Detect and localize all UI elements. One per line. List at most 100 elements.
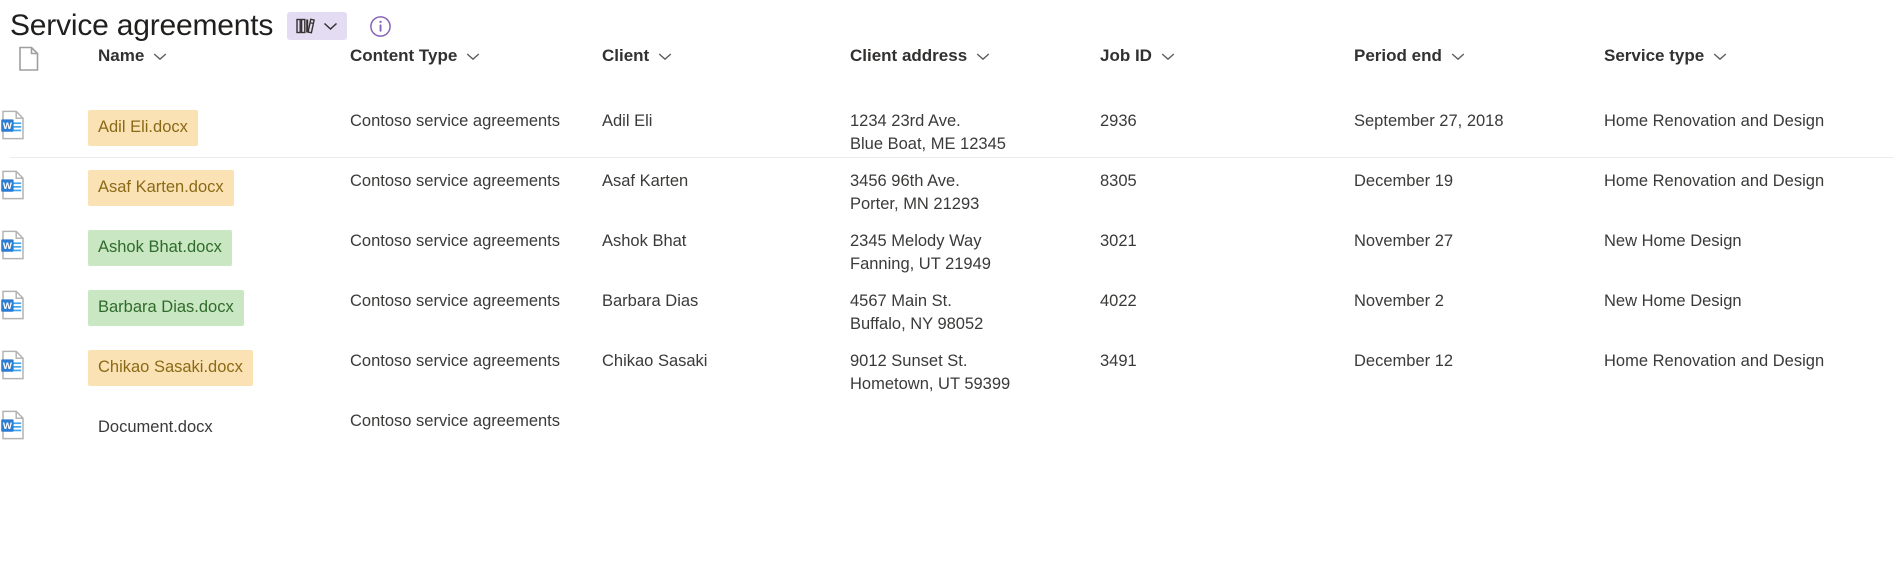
row-client-address-cell: 3456 96th Ave. Porter, MN 21293: [850, 170, 1100, 230]
row-file-icon-cell: W: [0, 170, 98, 230]
table-body: W Adil Eli.docx Contoso service agreemen…: [0, 110, 1903, 470]
column-header-job-id-label: Job ID: [1100, 46, 1152, 65]
word-document-icon: W: [0, 290, 26, 324]
row-name-cell[interactable]: Chikao Sasaki.docx: [88, 350, 350, 410]
table-row[interactable]: W Document.docx Contoso service agreemen…: [0, 410, 1903, 470]
row-content-type-cell: Contoso service agreements: [350, 292, 561, 310]
row-period-end-cell: September 27, 2018: [1354, 112, 1504, 130]
column-header-name[interactable]: Name: [98, 46, 350, 110]
column-header-client-address-label: Client address: [850, 46, 968, 65]
file-name-link[interactable]: Barbara Dias.docx: [88, 290, 244, 327]
chevron-down-icon: [976, 46, 990, 66]
word-document-icon: W: [0, 410, 26, 444]
column-header-service-type[interactable]: Service type: [1604, 46, 1903, 110]
row-name-cell[interactable]: Barbara Dias.docx: [88, 290, 350, 350]
row-service-type-cell: New Home Design: [1604, 232, 1742, 250]
row-name-cell[interactable]: Adil Eli.docx: [88, 110, 350, 170]
column-header-file-type[interactable]: [0, 46, 98, 110]
chevron-down-icon: [658, 46, 672, 66]
file-name-link[interactable]: Adil Eli.docx: [88, 110, 198, 147]
table-row[interactable]: W Asaf Karten.docx Contoso service agree…: [0, 170, 1903, 230]
word-document-icon: W: [0, 110, 26, 144]
address-line-2: Fanning, UT 21949: [850, 255, 991, 274]
header-divider: [10, 157, 1893, 158]
svg-text:W: W: [3, 421, 13, 432]
row-file-icon-cell: W: [0, 350, 98, 410]
word-document-icon: W: [0, 350, 26, 384]
file-name-link[interactable]: Ashok Bhat.docx: [88, 230, 232, 267]
row-period-end-cell: December 19: [1354, 172, 1454, 190]
row-name-cell[interactable]: Ashok Bhat.docx: [88, 230, 350, 290]
row-client-address-cell: 9012 Sunset St. Hometown, UT 59399: [850, 350, 1100, 410]
row-file-icon-cell: W: [0, 290, 98, 350]
svg-text:W: W: [3, 181, 13, 192]
documents-table: Name Content Type Client Client address …: [0, 46, 1903, 470]
row-client-cell: Chikao Sasaki: [602, 352, 708, 370]
file-name-link[interactable]: Document.docx: [88, 410, 223, 446]
row-name-cell[interactable]: Document.docx: [98, 410, 350, 470]
row-service-type-cell: Home Renovation and Design: [1604, 112, 1825, 130]
address-line-2: Buffalo, NY 98052: [850, 315, 984, 334]
column-header-period-end[interactable]: Period end: [1354, 46, 1604, 110]
row-content-type-cell: Contoso service agreements: [350, 112, 561, 130]
svg-text:W: W: [3, 241, 13, 252]
library-type-selector[interactable]: [287, 12, 348, 40]
file-name-link[interactable]: Chikao Sasaki.docx: [88, 350, 253, 387]
table-header-row: Name Content Type Client Client address …: [0, 46, 1903, 110]
table-row[interactable]: W Adil Eli.docx Contoso service agreemen…: [0, 110, 1903, 170]
row-job-id-cell: 3491: [1100, 352, 1137, 370]
address-line-1: 2345 Melody Way: [850, 232, 982, 250]
row-period-end-cell: [1354, 410, 1604, 470]
svg-text:W: W: [3, 301, 13, 312]
svg-text:W: W: [3, 121, 13, 132]
file-name-link[interactable]: Asaf Karten.docx: [88, 170, 234, 207]
address-line-1: 3456 96th Ave.: [850, 172, 960, 190]
row-period-end-cell: November 2: [1354, 292, 1444, 310]
column-header-content-type[interactable]: Content Type: [350, 46, 602, 110]
column-header-job-id[interactable]: Job ID: [1100, 46, 1354, 110]
row-file-icon-cell: W: [0, 410, 98, 470]
row-file-icon-cell: W: [0, 230, 98, 290]
column-header-client-address[interactable]: Client address: [850, 46, 1100, 110]
row-file-icon-cell: W: [0, 110, 98, 170]
chevron-down-icon: [466, 46, 480, 66]
row-client-cell: [602, 410, 850, 470]
chevron-down-icon: [323, 21, 338, 31]
word-document-icon: W: [0, 170, 26, 204]
info-icon[interactable]: [367, 13, 393, 39]
row-name-cell[interactable]: Asaf Karten.docx: [88, 170, 350, 230]
column-header-client-label: Client: [602, 46, 650, 65]
row-job-id-cell: 3021: [1100, 232, 1137, 250]
address-line-1: 1234 23rd Ave.: [850, 112, 961, 130]
row-content-type-cell: Contoso service agreements: [350, 172, 561, 190]
row-content-type-cell: Contoso service agreements: [350, 232, 561, 250]
row-client-cell: Barbara Dias: [602, 292, 699, 310]
chevron-down-icon: [1713, 46, 1727, 66]
row-job-id-cell: 2936: [1100, 112, 1137, 130]
word-document-icon: W: [0, 230, 26, 264]
row-client-cell: Asaf Karten: [602, 172, 689, 190]
address-line-1: 4567 Main St.: [850, 292, 952, 310]
table-row[interactable]: W Chikao Sasaki.docx Contoso service agr…: [0, 350, 1903, 410]
chevron-down-icon: [153, 46, 167, 66]
column-header-service-type-label: Service type: [1604, 46, 1705, 65]
address-line-2: Porter, MN 21293: [850, 195, 980, 214]
row-job-id-cell: [1100, 410, 1354, 470]
column-header-client[interactable]: Client: [602, 46, 850, 110]
chevron-down-icon: [1161, 46, 1175, 66]
row-client-address-cell: [850, 410, 1100, 470]
books-icon: [296, 17, 316, 35]
chevron-down-icon: [1451, 46, 1465, 66]
table-row[interactable]: W Ashok Bhat.docx Contoso service agreem…: [0, 230, 1903, 290]
row-client-cell: Adil Eli: [602, 112, 653, 130]
row-service-type-cell: Home Renovation and Design: [1604, 352, 1825, 370]
column-header-content-type-label: Content Type: [350, 46, 458, 65]
page-title: Service agreements: [10, 9, 274, 42]
document-icon: [18, 46, 40, 76]
column-header-name-label: Name: [98, 46, 145, 65]
address-line-1: 9012 Sunset St.: [850, 352, 968, 370]
table-row[interactable]: W Barbara Dias.docx Contoso service agre…: [0, 290, 1903, 350]
svg-text:W: W: [3, 361, 13, 372]
documents-list: Name Content Type Client Client address …: [0, 46, 1903, 470]
row-job-id-cell: 4022: [1100, 292, 1137, 310]
